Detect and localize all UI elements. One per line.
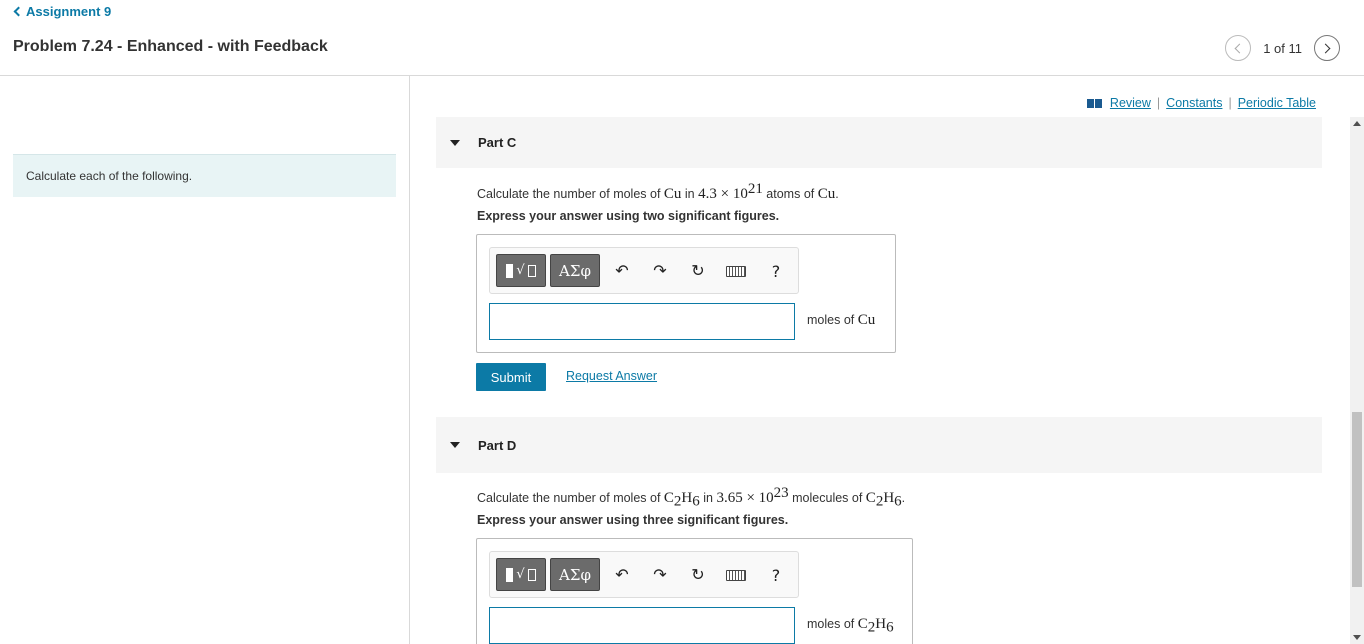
header-divider: [0, 75, 1364, 76]
help-icon[interactable]: ?: [766, 260, 786, 282]
back-link-label: Assignment 9: [26, 4, 112, 19]
greek-symbols-button[interactable]: ΑΣφ: [550, 558, 600, 591]
panel-divider: [409, 76, 410, 644]
resource-links: Review | Constants | Periodic Table: [1086, 96, 1316, 110]
question-text: atoms of: [762, 187, 818, 202]
part-c-question: Calculate the number of moles of Cu in 4…: [477, 181, 839, 203]
problem-instruction: Calculate each of the following.: [13, 154, 396, 197]
question-text: in: [681, 187, 699, 202]
part-c-answer-box: √ ΑΣφ ↶ ↷ ↻ ? moles of Cu: [476, 234, 896, 353]
math-symbol: Cu: [817, 186, 836, 203]
unit-formula: Cu: [857, 312, 876, 328]
math-toolbar: √ ΑΣφ ↶ ↷ ↻ ?: [489, 551, 799, 598]
math-subscript: 6: [894, 493, 902, 510]
pager: 1 of 11: [1225, 35, 1340, 61]
periodic-table-link[interactable]: Periodic Table: [1238, 96, 1316, 110]
math-symbol: Cu: [663, 186, 682, 203]
template-block-icon: [506, 567, 514, 582]
template-block-icon: [506, 263, 514, 278]
unit-subscript: 6: [886, 619, 894, 636]
chevron-left-icon: [13, 6, 24, 17]
greek-symbols-button[interactable]: ΑΣφ: [550, 254, 600, 287]
question-text: Calculate the number of moles of: [477, 187, 664, 202]
math-number: 10: [732, 186, 748, 203]
math-times: ×: [742, 490, 759, 507]
question-text: .: [835, 187, 839, 202]
chevron-left-icon: [1234, 43, 1245, 53]
part-c-label: Part C: [478, 135, 517, 150]
request-answer-link[interactable]: Request Answer: [566, 369, 657, 383]
constants-link[interactable]: Constants: [1166, 96, 1222, 110]
part-d-instruction: Express your answer using three signific…: [477, 513, 789, 527]
part-d-label: Part D: [478, 437, 517, 453]
template-box-icon: [527, 568, 536, 581]
scroll-up-arrow-icon[interactable]: [1353, 121, 1361, 126]
review-link[interactable]: Review: [1110, 96, 1151, 110]
submit-button[interactable]: Submit: [476, 363, 546, 391]
question-text: molecules of: [788, 491, 866, 506]
part-d-unit: moles of C2H6: [807, 616, 894, 637]
keyboard-icon[interactable]: [726, 564, 746, 586]
part-d-answer-box: √ ΑΣφ ↶ ↷ ↻ ? moles of C2H6: [476, 538, 913, 644]
reset-icon[interactable]: ↻: [688, 260, 708, 282]
math-symbol: C: [865, 490, 876, 507]
part-c-answer-input[interactable]: [489, 303, 795, 340]
math-exponent: 23: [773, 485, 789, 501]
keyboard-icon[interactable]: [726, 260, 746, 282]
part-c-unit: moles of Cu: [807, 312, 875, 329]
question-text: Calculate the number of moles of: [477, 491, 664, 506]
radical-icon: √: [516, 263, 525, 278]
question-text: in: [699, 491, 717, 506]
problem-title: Problem 7.24 - Enhanced - with Feedback: [13, 38, 328, 55]
link-separator: |: [1228, 96, 1232, 110]
math-times: ×: [716, 186, 733, 203]
undo-icon[interactable]: ↶: [612, 260, 632, 282]
radical-icon: √: [516, 567, 525, 582]
scrollbar-thumb[interactable]: [1352, 412, 1362, 587]
previous-problem-button[interactable]: [1225, 35, 1252, 61]
content-scrollbar[interactable]: [1350, 117, 1364, 644]
part-d-header[interactable]: Part D: [436, 417, 1322, 473]
help-icon[interactable]: ?: [766, 564, 786, 586]
math-toolbar: √ ΑΣφ ↶ ↷ ↻ ?: [489, 247, 799, 294]
link-separator: |: [1156, 96, 1161, 110]
reset-icon[interactable]: ↻: [688, 564, 708, 586]
math-symbol: C: [663, 490, 674, 507]
math-exponent: 21: [747, 181, 763, 197]
math-symbol: H: [883, 490, 895, 507]
undo-icon[interactable]: ↶: [612, 564, 632, 586]
math-number: 10: [758, 490, 774, 507]
math-number: 3.65: [716, 490, 743, 507]
chevron-right-icon: [1320, 43, 1331, 53]
unit-formula: H: [875, 616, 887, 632]
redo-icon[interactable]: ↷: [650, 260, 670, 282]
redo-icon[interactable]: ↷: [650, 564, 670, 586]
part-d-question: Calculate the number of moles of C2H6 in…: [477, 485, 905, 511]
collapse-triangle-icon: [450, 139, 460, 146]
scroll-down-arrow-icon[interactable]: [1353, 635, 1361, 640]
unit-text: moles of: [807, 313, 858, 327]
book-icon: [1086, 98, 1102, 108]
unit-text: moles of: [807, 617, 858, 631]
part-d-answer-input[interactable]: [489, 607, 795, 644]
collapse-triangle-icon: [450, 442, 460, 448]
template-box-icon: [527, 264, 536, 277]
math-symbol: H: [681, 490, 693, 507]
templates-button[interactable]: √: [496, 254, 546, 287]
unit-formula: C: [857, 616, 868, 632]
part-c-instruction: Express your answer using two significan…: [477, 209, 780, 223]
question-text: .: [901, 491, 906, 506]
math-subscript: 6: [692, 493, 700, 510]
part-c-header[interactable]: Part C: [436, 117, 1322, 168]
page-count: 1 of 11: [1263, 40, 1302, 56]
back-to-assignment-link[interactable]: Assignment 9: [13, 4, 111, 19]
templates-button[interactable]: √: [496, 558, 546, 591]
math-number: 4.3: [698, 186, 717, 203]
next-problem-button[interactable]: [1314, 35, 1340, 61]
